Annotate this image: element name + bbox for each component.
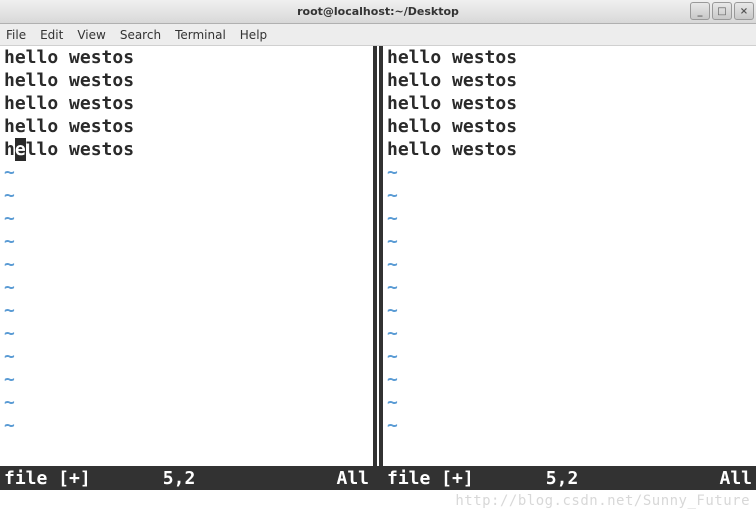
tilde-line: ~: [4, 368, 373, 391]
tilde-line: ~: [387, 391, 756, 414]
status-position: 5,2: [546, 467, 579, 490]
menu-edit[interactable]: Edit: [40, 28, 63, 42]
right-content[interactable]: hello westos hello westos hello westos h…: [387, 46, 756, 489]
text-line: hello westos: [4, 69, 373, 92]
tilde-line: ~: [4, 230, 373, 253]
text-line: hello westos: [4, 46, 373, 69]
tilde-line: ~: [4, 322, 373, 345]
text-line: hello westos: [387, 138, 756, 161]
text-line: hello westos: [4, 92, 373, 115]
tilde-line: ~: [4, 299, 373, 322]
tilde-line: ~: [4, 345, 373, 368]
status-bar: file [+] 5,2 All file [+] 5,2 All: [0, 466, 756, 490]
tilde-line: ~: [4, 276, 373, 299]
right-pane[interactable]: hello westos hello westos hello westos h…: [383, 46, 756, 513]
titlebar: root@localhost:~/Desktop _ □ ×: [0, 0, 756, 24]
window-title: root@localhost:~/Desktop: [0, 5, 756, 18]
tilde-line: ~: [4, 207, 373, 230]
text-line: hello westos: [387, 92, 756, 115]
tilde-line: ~: [4, 253, 373, 276]
menu-search[interactable]: Search: [120, 28, 161, 42]
terminal-area[interactable]: hello westos hello westos hello westos h…: [0, 46, 756, 513]
status-percent: All: [336, 467, 369, 490]
text-line: hello westos: [4, 115, 373, 138]
tilde-line: ~: [387, 253, 756, 276]
text-line: hello westos: [387, 115, 756, 138]
text-line: hello westos: [387, 69, 756, 92]
menu-file[interactable]: File: [6, 28, 26, 42]
tilde-line: ~: [387, 299, 756, 322]
text-line: hello westos: [387, 46, 756, 69]
vertical-split[interactable]: [373, 46, 383, 513]
menubar: File Edit View Search Terminal Help: [0, 24, 756, 46]
tilde-line: ~: [387, 184, 756, 207]
status-position: 5,2: [163, 467, 196, 490]
tilde-line: ~: [387, 276, 756, 299]
tilde-line: ~: [387, 414, 756, 437]
menu-view[interactable]: View: [77, 28, 105, 42]
tilde-line: ~: [387, 230, 756, 253]
window-controls: _ □ ×: [690, 2, 754, 20]
left-pane[interactable]: hello westos hello westos hello westos h…: [0, 46, 373, 513]
left-content[interactable]: hello westos hello westos hello westos h…: [4, 46, 373, 489]
tilde-line: ~: [4, 184, 373, 207]
menu-terminal[interactable]: Terminal: [175, 28, 226, 42]
tilde-line: ~: [387, 322, 756, 345]
minimize-button[interactable]: _: [690, 2, 710, 20]
status-filename: file [+]: [4, 467, 91, 490]
menu-help[interactable]: Help: [240, 28, 267, 42]
tilde-line: ~: [4, 391, 373, 414]
tilde-line: ~: [387, 345, 756, 368]
tilde-line: ~: [387, 368, 756, 391]
status-left: file [+] 5,2 All: [0, 466, 373, 490]
cursor: e: [15, 138, 26, 161]
close-button[interactable]: ×: [734, 2, 754, 20]
cursor-line: hello westos: [4, 138, 373, 161]
status-percent: All: [719, 467, 752, 490]
maximize-button[interactable]: □: [712, 2, 732, 20]
tilde-line: ~: [387, 207, 756, 230]
tilde-line: ~: [4, 161, 373, 184]
tilde-line: ~: [4, 414, 373, 437]
status-filename: file [+]: [387, 467, 474, 490]
status-right: file [+] 5,2 All: [383, 466, 756, 490]
tilde-line: ~: [387, 161, 756, 184]
watermark: http://blog.csdn.net/Sunny_Future: [455, 493, 750, 509]
